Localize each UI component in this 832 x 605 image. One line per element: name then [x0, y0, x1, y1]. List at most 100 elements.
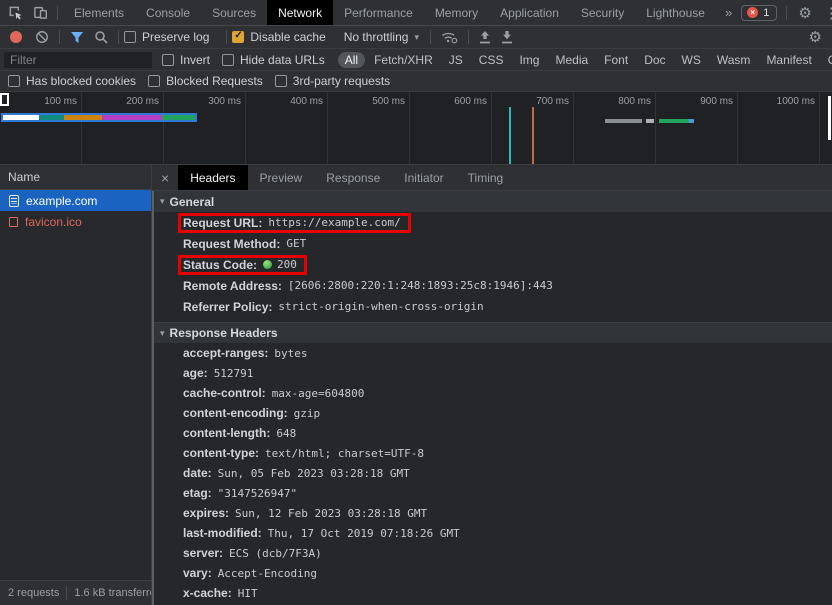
header-value: bytes: [274, 347, 307, 360]
hide-data-urls-checkbox[interactable]: Hide data URLs: [222, 53, 325, 67]
header-row-inner: content-encoding: gzip: [178, 403, 330, 423]
filter-bar: Invert Hide data URLs All Fetch/XHR JS C…: [0, 49, 832, 71]
import-har-icon[interactable]: [474, 31, 496, 44]
header-row-inner: content-length: 648: [178, 423, 306, 443]
blocked-requests-checkbox[interactable]: Blocked Requests: [148, 74, 263, 88]
header-value: "3147526947": [218, 487, 297, 500]
header-row-inner: cache-control: max-age=604800: [178, 383, 374, 403]
resource-type-chip[interactable]: Other: [821, 52, 832, 68]
network-toolbar: Preserve log Disable cache No throttling…: [0, 26, 832, 49]
disable-cache-checkbox[interactable]: Disable cache: [232, 30, 325, 44]
response-header-row: etag: "3147526947": [154, 483, 832, 503]
details-tab[interactable]: Initiator: [392, 165, 455, 190]
export-har-icon[interactable]: [496, 31, 518, 44]
separator: [430, 30, 431, 44]
name-column-header[interactable]: Name: [0, 165, 151, 190]
header-value: HIT: [238, 587, 258, 600]
header-value: Sun, 05 Feb 2023 03:28:18 GMT: [218, 467, 410, 480]
header-value: strict-origin-when-cross-origin: [278, 300, 483, 313]
resource-type-chip[interactable]: WS: [675, 52, 708, 68]
panel-tab[interactable]: Sources: [201, 0, 267, 25]
panel-tab[interactable]: Network: [267, 0, 333, 25]
header-row-inner: server: ECS (dcb/7F3A): [178, 543, 332, 563]
resource-type-chip[interactable]: Manifest: [759, 52, 818, 68]
header-name: vary:: [183, 566, 212, 580]
overview-right-handle[interactable]: [828, 96, 831, 140]
invert-label: Invert: [180, 53, 210, 67]
resource-type-chip[interactable]: Media: [548, 52, 595, 68]
has-blocked-cookies-checkbox[interactable]: Has blocked cookies: [8, 74, 136, 88]
request-row[interactable]: example.com: [0, 190, 151, 211]
general-section-header[interactable]: ▾ General: [154, 191, 832, 212]
event-line-domcontentloaded: [509, 107, 511, 164]
resource-type-chip[interactable]: Wasm: [710, 52, 758, 68]
resource-type-chip[interactable]: CSS: [472, 52, 511, 68]
panel-tab[interactable]: Memory: [424, 0, 489, 25]
error-circle-icon: ×: [747, 7, 758, 18]
header-row-inner: content-type: text/html; charset=UTF-8: [178, 443, 434, 463]
clear-icon[interactable]: [30, 30, 54, 44]
preserve-log-checkbox[interactable]: Preserve log: [124, 30, 209, 44]
header-name: Request URL:: [183, 216, 262, 230]
network-conditions-icon[interactable]: [436, 30, 463, 44]
checkbox-unchecked-icon: [275, 75, 287, 87]
header-row-inner: expires: Sun, 12 Feb 2023 03:28:18 GMT: [178, 503, 437, 523]
header-row-inner: date: Sun, 05 Feb 2023 03:28:18 GMT: [178, 463, 420, 483]
inspect-element-icon[interactable]: [8, 5, 23, 20]
header-name: accept-ranges:: [183, 346, 268, 360]
details-tab[interactable]: Headers: [178, 165, 247, 190]
resource-type-chip[interactable]: All: [338, 52, 365, 68]
devtools-tabbar: Elements Console Sources Network Perform…: [0, 0, 832, 26]
panel-tab[interactable]: Console: [135, 0, 201, 25]
resource-type-filters: All Fetch/XHR JS CSS Img Media Font Doc …: [337, 52, 832, 68]
details-tab[interactable]: Response: [314, 165, 392, 190]
tabbar-left-icons: [0, 0, 52, 25]
response-headers-section-header[interactable]: ▾ Response Headers: [154, 322, 832, 343]
header-name: etag:: [183, 486, 212, 500]
header-name: Remote Address:: [183, 279, 282, 293]
header-name: content-encoding:: [183, 406, 288, 420]
overview-left-handle[interactable]: [0, 93, 9, 106]
header-name: age:: [183, 366, 208, 380]
kebab-menu-icon[interactable]: ⋮: [818, 4, 832, 22]
resource-type-chip[interactable]: Doc: [637, 52, 672, 68]
separator: [786, 6, 787, 20]
panel-tab[interactable]: Lighthouse: [635, 0, 716, 25]
network-settings-gear-icon[interactable]: ⚙: [803, 28, 828, 46]
third-party-requests-checkbox[interactable]: 3rd-party requests: [275, 74, 390, 88]
details-tab[interactable]: Preview: [248, 165, 315, 190]
search-icon[interactable]: [89, 30, 113, 44]
resource-type-chip[interactable]: Fetch/XHR: [367, 52, 440, 68]
response-header-row: content-encoding: gzip: [154, 403, 832, 423]
record-button[interactable]: [10, 31, 22, 43]
resource-type-chip[interactable]: Font: [597, 52, 635, 68]
header-name: Referrer Policy:: [183, 300, 272, 314]
device-toolbar-icon[interactable]: [33, 5, 48, 20]
response-header-row: content-type: text/html; charset=UTF-8: [154, 443, 832, 463]
panel-tab[interactable]: Security: [570, 0, 635, 25]
panel-tab[interactable]: Application: [489, 0, 570, 25]
more-tabs-chevron[interactable]: »: [716, 0, 741, 25]
network-content: Name example.com favicon.ico 2 requests …: [0, 165, 832, 605]
panel-tab[interactable]: Elements: [63, 0, 135, 25]
request-row[interactable]: favicon.ico: [0, 211, 151, 232]
filter-input[interactable]: [4, 52, 152, 68]
header-name: server:: [183, 546, 223, 560]
invert-checkbox[interactable]: Invert: [162, 53, 210, 67]
general-header-row: Referrer Policy: strict-origin-when-cros…: [154, 296, 832, 317]
throttling-dropdown[interactable]: No throttling ▾: [338, 30, 425, 44]
response-header-row: content-length: 648: [154, 423, 832, 443]
details-tab[interactable]: Timing: [456, 165, 516, 190]
filter-funnel-icon[interactable]: [65, 31, 89, 44]
network-overview-timeline[interactable]: 100 ms 200 ms 300 ms 400 ms 500 ms 600 m…: [0, 92, 832, 165]
request-type-icon: [9, 217, 18, 227]
timeline-tick: 100 ms: [0, 92, 82, 164]
settings-gear-icon[interactable]: ⚙: [792, 4, 817, 22]
resource-type-chip[interactable]: Img: [512, 52, 546, 68]
checkbox-unchecked-icon: [124, 31, 136, 43]
third-party-requests-label: 3rd-party requests: [293, 74, 390, 88]
error-badge[interactable]: × 1: [741, 5, 777, 21]
panel-tab[interactable]: Performance: [333, 0, 424, 25]
resource-type-chip[interactable]: JS: [442, 52, 470, 68]
close-icon[interactable]: ×: [152, 165, 178, 190]
